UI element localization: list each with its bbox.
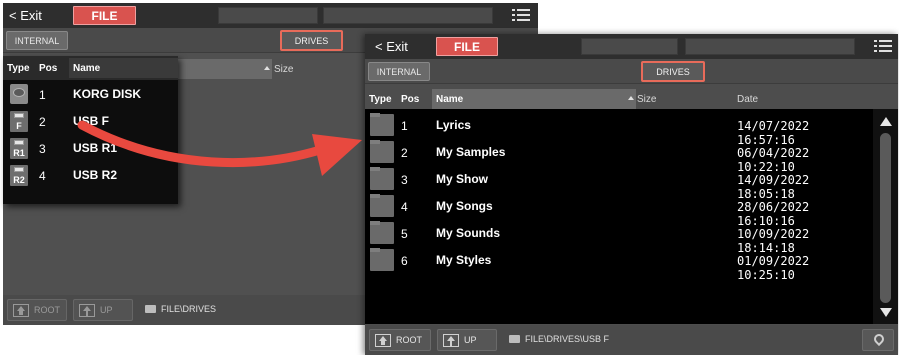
column-header-type[interactable]: Type [3,58,37,78]
tab-drives[interactable]: DRIVES [280,30,343,51]
root-button[interactable]: ROOT [369,329,431,351]
file-name: My Sounds [436,226,501,240]
usb-drive-icon: R1 [10,138,28,159]
folder-icon [370,167,394,190]
column-header-name[interactable]: Name [69,58,178,78]
drive-name: USB F [73,114,109,128]
folder-icon [145,305,156,313]
file-button[interactable]: FILE [73,6,136,25]
up-label: UP [464,335,477,345]
scroll-thumb[interactable] [880,133,891,303]
list-item[interactable]: 3 My Show 14/09/2022 18:05:18 [365,166,873,201]
column-header-name[interactable]: Name [432,89,636,109]
root-label: ROOT [396,335,422,345]
file-pos: 2 [401,146,408,160]
up-arrow-icon [443,333,459,347]
file-pos: 5 [401,227,408,241]
drive-row[interactable]: R1 3 USB R1 [3,135,178,161]
folder-icon [370,194,394,217]
drive-name: USB R1 [73,141,118,155]
list-item[interactable]: 6 My Styles 01/09/2022 10:25:10 [365,247,873,282]
usb-drive-icon: F [10,111,28,132]
drive-pos: 1 [39,88,46,102]
location-pin-icon [871,331,887,347]
title-field [581,38,678,55]
root-label: ROOT [34,305,60,315]
file-list: 1 Lyrics 14/07/2022 16:57:16 2 My Sample… [365,109,873,324]
up-label: UP [100,305,113,315]
drive-list: Type Pos Name 1 KORG DISK F 2 USB F R1 3… [3,56,178,204]
path-text: FILE\DRIVES\USB F [525,334,610,344]
file-name: My Styles [436,253,492,267]
drive-row[interactable]: R2 4 USB R2 [3,162,178,188]
up-button[interactable]: UP [73,299,133,321]
file-name: My Samples [436,145,506,159]
file-pos: 6 [401,254,408,268]
current-path: FILE\DRIVES\USB F [509,334,609,344]
front-file-window: < Exit FILE INTERNAL DRIVES Type Pos Nam… [365,34,898,355]
file-pos: 1 [401,119,408,133]
usb-drive-icon: R2 [10,165,28,186]
path-text: FILE\DRIVES [161,304,217,314]
folder-icon [370,221,394,244]
current-path: FILE\DRIVES [145,304,216,314]
column-header-pos[interactable]: Pos [35,58,69,78]
home-icon [13,303,29,317]
drive-row[interactable]: 1 KORG DISK [3,81,178,107]
bottom-bar: ROOT UP FILE\DRIVES\USB F [365,325,898,355]
file-name: Lyrics [436,118,471,132]
up-arrow-icon [79,303,95,317]
list-item[interactable]: 2 My Samples 06/04/2022 10:22:10 [365,139,873,174]
exit-button[interactable]: < Exit [375,39,408,54]
list-item[interactable]: 4 My Songs 28/06/2022 16:10:16 [365,193,873,228]
drive-pos: 2 [39,115,46,129]
root-button[interactable]: ROOT [7,299,67,321]
top-bar: < Exit FILE [365,34,898,59]
drive-name: KORG DISK [73,87,142,101]
drive-list-header: Type Pos Name [3,56,178,80]
menu-icon[interactable] [512,9,530,22]
column-header-type[interactable]: Type [365,89,399,109]
file-date: 01/09/2022 10:25:10 [737,254,810,282]
tab-internal[interactable]: INTERNAL [368,62,430,81]
drive-row[interactable]: F 2 USB F [3,108,178,134]
disk-icon [10,84,28,104]
scrollbar[interactable] [873,109,898,324]
column-header-size[interactable]: Size [633,89,733,109]
info-field [685,38,855,55]
file-button[interactable]: FILE [436,37,498,56]
file-pos: 4 [401,200,408,214]
folder-icon [509,335,520,343]
title-field [218,7,318,24]
tab-drives[interactable]: DRIVES [641,61,705,82]
tab-row: INTERNAL DRIVES [365,59,898,84]
list-item[interactable]: 1 Lyrics 14/07/2022 16:57:16 [365,112,873,147]
drive-pos: 4 [39,169,46,183]
column-header-pos[interactable]: Pos [397,89,433,109]
folder-icon [370,140,394,163]
file-pos: 3 [401,173,408,187]
location-pin-button[interactable] [862,329,894,351]
folder-icon [370,113,394,136]
list-item[interactable]: 5 My Sounds 10/09/2022 18:14:18 [365,220,873,255]
file-name: My Songs [436,199,493,213]
exit-button[interactable]: < Exit [9,8,42,23]
folder-icon [370,248,394,271]
top-bar: < Exit FILE [3,3,538,28]
scroll-down-icon[interactable] [880,308,892,317]
tab-internal[interactable]: INTERNAL [6,31,68,50]
home-icon [375,333,391,347]
drive-name: USB R2 [73,168,118,182]
info-field [323,7,493,24]
up-button[interactable]: UP [437,329,497,351]
column-header-size[interactable]: Size [270,59,350,79]
file-name: My Show [436,172,489,186]
menu-icon[interactable] [874,40,892,53]
scroll-up-icon[interactable] [880,117,892,126]
drive-pos: 3 [39,142,46,156]
column-header-date[interactable]: Date [733,89,873,109]
